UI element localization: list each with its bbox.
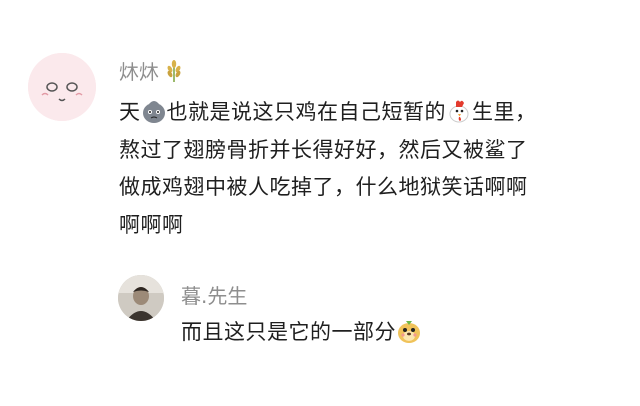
reply-text-segment: 而且这只是它的一部分 (181, 320, 396, 344)
comment-text-segment: 天 (119, 100, 141, 124)
wheat-icon (167, 59, 181, 82)
cartoon-face-icon (28, 53, 96, 121)
avatar[interactable] (28, 53, 96, 121)
comment-text-segment: 也就是说这只鸡在自己短暂的 (166, 100, 446, 124)
comment-line-1: 天 也就是说这只鸡在自己短暂的 生里， (119, 94, 619, 132)
comment-line-4: 啊啊啊 (119, 212, 184, 237)
comment-text: 天 也就是说这只鸡在自己短暂的 生里， 熬过了翅膀骨折并长得好好，然后又被鲨了 … (119, 94, 619, 244)
dog-face-emoji-icon (398, 321, 420, 343)
comment-username[interactable]: 炑炑 (119, 56, 185, 85)
comment-line-3: 做成鸡翅中被人吃掉了，什么地狱笑话啊啊 (119, 175, 528, 199)
gray-blob-emoji-icon (142, 101, 165, 123)
comment-line-2: 熬过了翅膀骨折并长得好好，然后又被鲨了 (119, 137, 528, 162)
chicken-emoji-icon (449, 100, 469, 123)
reply-username[interactable]: 暮.先生 (181, 280, 247, 309)
comment-text-segment: 生里， (472, 100, 537, 124)
reply-text: 而且这只是它的一部分 (181, 314, 422, 351)
person-photo-icon (118, 275, 164, 321)
username-text[interactable]: 炑炑 (119, 56, 159, 85)
reply-avatar[interactable] (118, 275, 164, 321)
